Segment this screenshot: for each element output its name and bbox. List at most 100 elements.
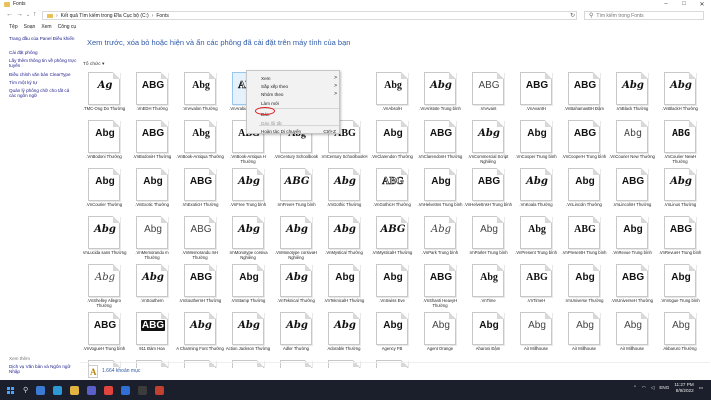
font-tile[interactable]: Abg A Charming Font Thường — [176, 312, 224, 358]
task-view-icon[interactable] — [36, 385, 46, 395]
sidebar-link-manage-fonts[interactable]: Quản lý phông chữ cho tất cả các ngôn ng… — [9, 88, 77, 98]
context-menu-item[interactable]: Xem > — [247, 74, 341, 82]
font-tile[interactable]: Abg .VnCooper Trung bình — [515, 120, 557, 166]
font-tile[interactable]: Abg .VnAbsolH — [371, 72, 413, 118]
app-icon[interactable] — [104, 385, 114, 395]
font-tile[interactable]: Abg .VnMemorandu m Thường — [131, 216, 173, 262]
font-tile[interactable]: ABG .VnTimeH — [515, 264, 557, 310]
font-tile[interactable]: Abg .VnHelvetIns Trung bình — [418, 168, 462, 214]
context-menu-item[interactable]: Sắp xếp theo > — [247, 82, 341, 90]
maximize-button[interactable]: □ — [675, 0, 693, 8]
font-tile[interactable]: Abg Air Millhouse — [515, 312, 557, 358]
font-tile[interactable]: Abg .VnMystical Thường — [323, 216, 365, 262]
font-tile[interactable]: Abg .VnTeknical Thường — [275, 264, 317, 310]
photoshop-icon[interactable] — [121, 385, 131, 395]
sidebar-link-cleartype[interactable]: Điều chỉnh văn bản ClearType — [9, 72, 77, 77]
font-tile[interactable]: ABG .VnUniverseH Thường — [611, 264, 653, 310]
menu-tools[interactable]: Công cụ — [58, 24, 77, 32]
search-icon[interactable]: ⚲ — [23, 386, 28, 394]
font-tile[interactable]: Abg .VnGothic Thường — [323, 168, 365, 214]
sidebar-link-text-services[interactable]: Dịch vụ Văn bản và Ngôn ngữ Nhập — [9, 364, 77, 374]
menu-file[interactable]: Tệp — [9, 24, 18, 32]
font-tile[interactable]: Abg Action Jackson Thường — [226, 312, 270, 358]
context-menu-item[interactable]: Làm mới — [247, 99, 341, 107]
context-menu-item[interactable]: Nhóm theo > — [247, 90, 341, 98]
font-tile[interactable]: Abg Air Millhouse — [611, 312, 653, 358]
font-tile[interactable]: ABG .VnLincolnH Thường — [611, 168, 653, 214]
chevron-down-icon[interactable]: ⌄ — [26, 12, 30, 18]
font-tile[interactable]: ABG .VnHelvetInsH Trung bình — [464, 168, 512, 214]
font-tile[interactable]: Abg Akbaruro Thường — [659, 312, 701, 358]
address-bar[interactable]: › Kết quả Tìm kiếm trong Đĩa Cục bộ (C:)… — [42, 11, 577, 20]
font-tile[interactable]: ABG .VnGothicH Thường — [371, 168, 413, 214]
font-tile[interactable]: ABG .VnMemorandu mH Thường — [179, 216, 221, 262]
font-tile[interactable]: Abg .VnMonotype corsivaH Nghiêng — [275, 216, 317, 262]
font-tile[interactable]: Abg .VnPark Trung bình — [419, 216, 461, 262]
edge-browser-icon[interactable] — [53, 385, 63, 395]
font-tile[interactable]: Abg Adler Thường — [275, 312, 317, 358]
font-tile[interactable]: ABG .VnBahamasBH Đậm — [563, 72, 605, 118]
font-tile[interactable]: Abg .VnBlack Thường — [611, 72, 653, 118]
font-tile[interactable]: Abg .VnStamp Thường — [227, 264, 269, 310]
font-tile[interactable]: ABG .VnVogueH Trung bình — [83, 312, 125, 358]
font-tile[interactable]: Abg .VnParkH Trung bình — [467, 216, 509, 262]
font-tile[interactable]: ABG .VnMysticalH Thường — [371, 216, 413, 262]
font-tile[interactable]: Abg .VnPresent Trung bình — [515, 216, 557, 262]
sidebar-link-get-more-fonts[interactable]: Lấy thêm thông tin về phông trực tuyến — [9, 58, 77, 68]
font-tile[interactable]: ABG .VnPresentH Trung bình — [562, 216, 606, 262]
font-tile[interactable]: Abg .VnRevue Trung bình — [611, 216, 653, 262]
font-tile[interactable]: Abg .VnUniverse Thường — [563, 264, 605, 310]
network-icon[interactable]: ◠ — [642, 385, 646, 391]
volume-icon[interactable]: ◁ — [651, 385, 655, 391]
font-tile[interactable]: Abg .VnBodoni Thường — [83, 120, 125, 166]
menu-view[interactable]: Xem — [41, 24, 51, 32]
language-indicator[interactable]: ENG — [659, 385, 669, 390]
font-tile[interactable]: Abg .VnLincoln Thường — [563, 168, 605, 214]
font-tile[interactable]: Abg .VnShelley Allegro Thường — [83, 264, 125, 310]
back-arrow-icon[interactable]: ← — [6, 11, 13, 18]
font-tile[interactable]: Abg .VnFree Trung bình — [227, 168, 269, 214]
font-tile[interactable]: Abg .VnLinus Thường — [659, 168, 701, 214]
organize-button[interactable]: Tổ chức ▾ — [83, 62, 104, 67]
font-tile[interactable]: ABG .VnCourier NewH Thường — [659, 120, 701, 166]
font-tile[interactable]: ABG .VnRevueH Trung bình — [659, 216, 701, 262]
notification-icon[interactable]: ▭ — [699, 385, 703, 391]
font-tile[interactable]: Abg .VnClarendon Thường — [371, 120, 413, 166]
app-icon[interactable] — [138, 385, 148, 395]
font-tile[interactable]: Abg Agency FB — [371, 312, 413, 358]
app-icon[interactable] — [87, 385, 97, 395]
minimize-button[interactable]: – — [657, 0, 675, 8]
font-tile[interactable]: Abg .VnTime — [467, 264, 509, 310]
font-tile[interactable]: ABG .VnFreeH Trung bình — [275, 168, 317, 214]
clock[interactable]: 11:27 PM 8/9/2022 — [674, 382, 693, 393]
font-tile[interactable]: Abg .VnCourier Thường — [83, 168, 125, 214]
font-tile[interactable]: Abg .VnTeknicalH Thường — [323, 264, 365, 310]
font-tile[interactable]: Abg .VnKoala Thường — [515, 168, 557, 214]
font-tile[interactable]: Abg .VnLucida sans Thường — [83, 216, 126, 262]
font-tile[interactable]: ABG .VnAvantH — [515, 72, 557, 118]
close-button[interactable]: ✕ — [693, 0, 711, 8]
font-tile[interactable]: Abg Adorable Thường — [323, 312, 365, 358]
font-tile[interactable]: ABG 911 Đàm Hoa — [131, 312, 173, 358]
font-tile[interactable]: Ag .TMC-Ong Do Thường — [83, 72, 125, 118]
font-tile[interactable]: Abg .VnCourier New Thường — [609, 120, 655, 166]
font-tile[interactable]: Abg .VnBook-Antiqua Thường — [176, 120, 224, 166]
font-tile[interactable]: Abg Air Millhouse — [563, 312, 605, 358]
breadcrumb-fonts[interactable]: Fonts — [156, 13, 169, 19]
font-tile[interactable]: Abg .VnAvalon Thường — [179, 72, 221, 118]
chevron-up-icon[interactable]: ⌃ — [633, 385, 637, 391]
font-tile[interactable]: ABG .VnBodoniH Thường — [131, 120, 173, 166]
font-tile[interactable]: Abg .VnSouthern — [131, 264, 173, 310]
font-tile[interactable]: Abg Agent Orange — [419, 312, 461, 358]
menu-edit[interactable]: Soạn — [24, 24, 36, 32]
sidebar-link-font-settings[interactable]: Cài đặt phông — [9, 50, 77, 55]
breadcrumb-search-results[interactable]: Kết quả Tìm kiếm trong Đĩa Cục bộ (C:) — [61, 13, 149, 19]
font-tile[interactable]: ABG .VnShanti HeavyH Thường — [419, 264, 461, 310]
windows-start-icon[interactable] — [7, 386, 14, 394]
font-tile[interactable]: ABG .VnAvant — [467, 72, 509, 118]
font-tile[interactable]: Abg .VnCommercial Script Nghiêng — [467, 120, 509, 166]
font-tile[interactable]: Abg .VnMonotype corsiva Nghiêng — [227, 216, 269, 262]
font-tile[interactable]: ABG .VnSouthernH Thường — [179, 264, 221, 310]
search-input[interactable]: ⚲ Tìm kiếm trong Fonts — [584, 11, 704, 20]
font-tile[interactable]: Abg .VnBlackH Thường — [659, 72, 701, 118]
